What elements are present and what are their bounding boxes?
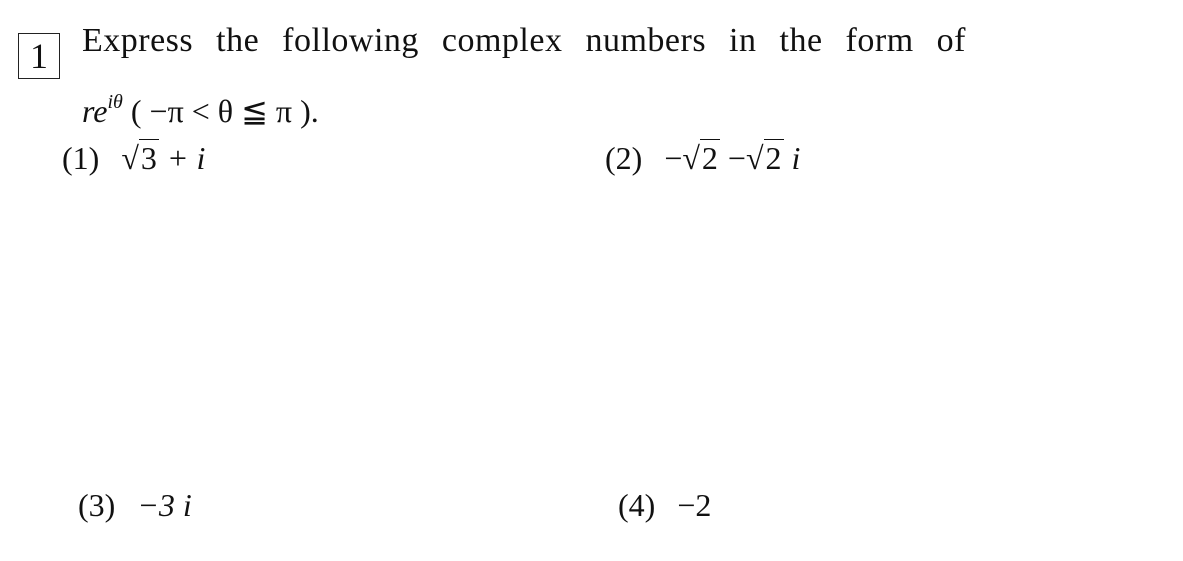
item-expr: −3 i xyxy=(137,487,192,523)
item-3: (3) −3 i xyxy=(78,487,192,524)
item-label: (4) xyxy=(618,487,656,523)
form-base: re xyxy=(82,93,108,129)
radicand: 2 xyxy=(763,139,784,176)
minus-sign: − xyxy=(664,140,683,176)
sqrt-sign: √ xyxy=(682,140,700,176)
radicand: 2 xyxy=(699,139,720,176)
item-label: (1) xyxy=(62,140,100,176)
form-condition: ( −π < θ ≦ π ). xyxy=(130,93,319,129)
item-4: (4) −2 xyxy=(618,487,711,524)
form-exponent: iθ xyxy=(107,91,123,113)
problem-number-box: 1 xyxy=(18,33,60,79)
polar-form-condition: reiθ ( −π < θ ≦ π ). xyxy=(82,91,319,130)
item-expr: −2 xyxy=(677,487,712,523)
item-rest: + i xyxy=(166,140,206,176)
sqrt-sign: √ xyxy=(121,140,139,176)
item-label: (2) xyxy=(605,140,643,176)
problem-number: 1 xyxy=(30,36,48,76)
item-label: (3) xyxy=(78,487,116,523)
sqrt-sign: √ xyxy=(745,140,764,176)
item-rest: i xyxy=(791,140,801,176)
minus-sign: − xyxy=(727,140,746,176)
radicand: 3 xyxy=(138,139,159,176)
problem-instruction: Express the following complex numbers in… xyxy=(82,22,966,59)
item-1: (1) √3 + i xyxy=(62,139,206,177)
item-2: (2) −√2 −√2 i xyxy=(605,139,801,177)
